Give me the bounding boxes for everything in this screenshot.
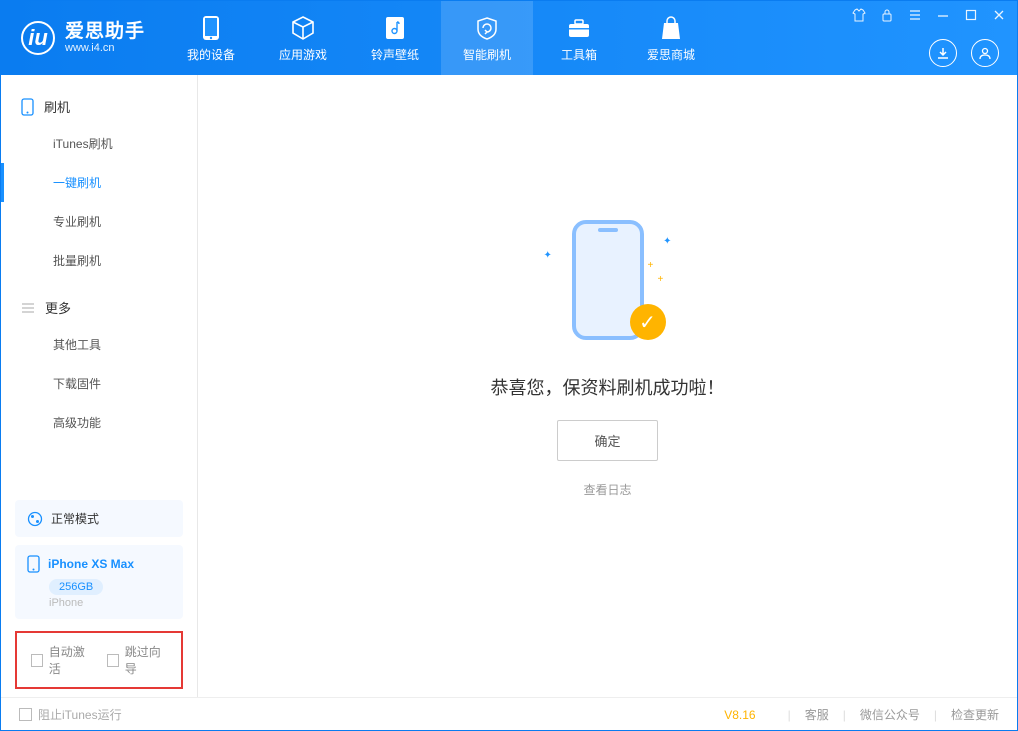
logo-text: 爱思助手 www.i4.cn [65, 22, 145, 55]
tab-label: 我的设备 [187, 46, 235, 63]
download-icon[interactable] [929, 39, 957, 67]
maximize-button[interactable] [963, 7, 979, 23]
tab-label: 应用游戏 [279, 46, 327, 63]
app-title: 爱思助手 [65, 22, 145, 43]
separator: | [843, 708, 846, 722]
checkbox-block-itunes[interactable]: 阻止iTunes运行 [19, 706, 122, 723]
group-label: 更多 [45, 298, 71, 317]
mode-box[interactable]: 正常模式 [15, 500, 183, 537]
sidebar-item-firmware[interactable]: 下载固件 [1, 364, 197, 403]
sparkle-icon: ✦ [544, 250, 552, 261]
tab-store[interactable]: 爱思商城 [625, 1, 717, 75]
device-phone-icon [27, 555, 40, 573]
refresh-shield-icon [474, 14, 500, 42]
tab-label: 爱思商城 [647, 46, 695, 63]
footer-link-update[interactable]: 检查更新 [951, 706, 999, 723]
tab-label: 工具箱 [561, 46, 597, 63]
mode-icon [27, 511, 43, 527]
footer-links: V8.16 | 客服 | 微信公众号 | 检查更新 [724, 706, 999, 723]
sparkle-icon: ✦ [663, 236, 671, 247]
device-type: iPhone [49, 597, 171, 609]
body-area: 刷机 iTunes刷机 一键刷机 专业刷机 批量刷机 更多 其他工具 下载固件 … [1, 75, 1017, 697]
cube-icon [290, 14, 316, 42]
checkbox-box-icon [107, 654, 119, 667]
mode-label: 正常模式 [51, 510, 99, 527]
cb-label: 阻止iTunes运行 [38, 706, 122, 723]
success-message: 恭喜您，保资料刷机成功啦！ [491, 374, 725, 400]
version-label: V8.16 [724, 708, 755, 722]
phone-icon [202, 14, 220, 42]
tab-toolbox[interactable]: 工具箱 [533, 1, 625, 75]
sidebar-item-onekey[interactable]: 一键刷机 [1, 163, 197, 202]
options-row: 自动激活 跳过向导 [15, 631, 183, 689]
sidebar-group-flash: 刷机 [1, 89, 197, 124]
toolbox-icon [566, 14, 592, 42]
header-right-icons [929, 39, 999, 67]
logo-section[interactable]: iu 爱思助手 www.i4.cn [1, 1, 165, 75]
close-button[interactable] [991, 7, 1007, 23]
music-note-icon [384, 14, 406, 42]
device-box[interactable]: iPhone XS Max 256GB iPhone [15, 545, 183, 619]
tab-my-device[interactable]: 我的设备 [165, 1, 257, 75]
sidebar-item-batch[interactable]: 批量刷机 [1, 241, 197, 280]
minimize-button[interactable] [935, 7, 951, 23]
sidebar-item-advanced[interactable]: 高级功能 [1, 403, 197, 442]
device-name-row: iPhone XS Max [27, 555, 171, 573]
tab-label: 铃声壁纸 [371, 46, 419, 63]
checkbox-box-icon [31, 654, 43, 667]
group-label: 刷机 [44, 97, 70, 116]
ok-button[interactable]: 确定 [557, 420, 657, 461]
sidebar-group-more: 更多 [1, 290, 197, 325]
separator: | [788, 708, 791, 722]
list-icon [21, 302, 35, 314]
device-name: iPhone XS Max [48, 557, 134, 571]
menu-icon[interactable] [907, 7, 923, 23]
shirt-icon[interactable] [851, 7, 867, 23]
checkmark-badge-icon: ✓ [630, 304, 666, 340]
tab-ringtone[interactable]: 铃声壁纸 [349, 1, 441, 75]
sidebar-item-itunes[interactable]: iTunes刷机 [1, 124, 197, 163]
sidebar-item-pro[interactable]: 专业刷机 [1, 202, 197, 241]
cb-label: 自动激活 [49, 643, 91, 677]
separator: | [934, 708, 937, 722]
app-subtitle: www.i4.cn [65, 42, 145, 54]
nav-tabs: 我的设备 应用游戏 铃声壁纸 智能刷机 工具箱 爱思商城 [165, 1, 717, 75]
checkbox-skip-guide[interactable]: 跳过向导 [107, 643, 167, 677]
view-log-link[interactable]: 查看日志 [583, 481, 631, 498]
window-controls [851, 7, 1007, 23]
sidebar: 刷机 iTunes刷机 一键刷机 专业刷机 批量刷机 更多 其他工具 下载固件 … [1, 75, 198, 697]
footer-link-kefu[interactable]: 客服 [805, 706, 829, 723]
header-bar: iu 爱思助手 www.i4.cn 我的设备 应用游戏 铃声壁纸 智能刷机 工具… [1, 1, 1017, 75]
main-content: ✓ ✦ ✦ + + 恭喜您，保资料刷机成功啦！ 确定 查看日志 [198, 75, 1017, 697]
footer-bar: 阻止iTunes运行 V8.16 | 客服 | 微信公众号 | 检查更新 [1, 697, 1017, 731]
app-logo-icon: iu [21, 21, 55, 55]
shopping-bag-icon [660, 14, 682, 42]
phone-outline-icon [21, 98, 34, 116]
footer-link-wechat[interactable]: 微信公众号 [860, 706, 920, 723]
tab-flash[interactable]: 智能刷机 [441, 1, 533, 75]
checkbox-auto-activate[interactable]: 自动激活 [31, 643, 91, 677]
checkbox-box-icon [19, 708, 32, 721]
sidebar-item-other[interactable]: 其他工具 [1, 325, 197, 364]
sparkle-icon: + [648, 260, 654, 271]
tab-apps[interactable]: 应用游戏 [257, 1, 349, 75]
tab-label: 智能刷机 [463, 46, 511, 63]
success-illustration: ✓ ✦ ✦ + + [538, 214, 678, 354]
device-capacity: 256GB [49, 579, 103, 595]
sparkle-icon: + [658, 274, 664, 285]
cb-label: 跳过向导 [125, 643, 167, 677]
user-icon[interactable] [971, 39, 999, 67]
lock-icon[interactable] [879, 7, 895, 23]
